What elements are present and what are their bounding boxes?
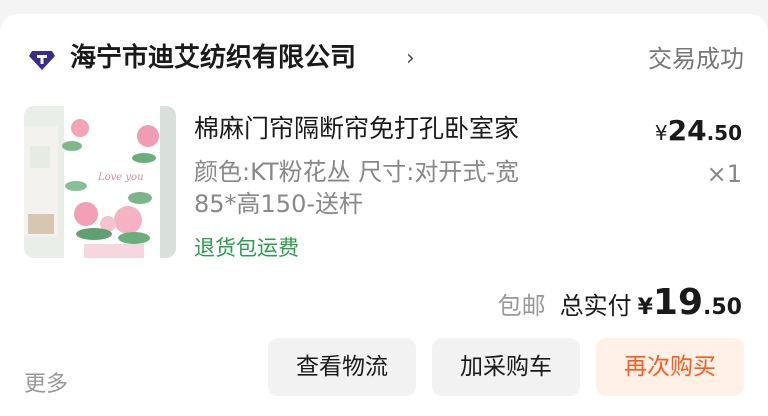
- unit-price: ¥24.50: [655, 114, 742, 147]
- total-integer: 19: [652, 282, 704, 323]
- shop-header[interactable]: 海宁市迪艾纺织有限公司 › 交易成功: [24, 40, 744, 80]
- add-to-purchase-cart-button[interactable]: 加采购车: [432, 338, 580, 396]
- order-total: 包邮 总实付 ¥19.50: [497, 282, 742, 323]
- order-card[interactable]: 海宁市迪艾纺织有限公司 › 交易成功 Love you 棉麻门帘隔断帘免打孔卧室…: [0, 14, 768, 416]
- currency-symbol: ¥: [637, 295, 653, 320]
- order-status: 交易成功: [648, 45, 744, 73]
- product-spec: 颜色:KT粉花丛 尺寸:对开式-宽 85*高150-送杆: [194, 156, 574, 220]
- product-thumbnail[interactable]: Love you: [24, 106, 176, 258]
- total-paid-label: 总实付: [559, 292, 632, 320]
- total-decimal: .50: [703, 295, 742, 320]
- product-title[interactable]: 棉麻门帘隔断帘免打孔卧室家: [194, 112, 519, 146]
- diamond-shop-badge-icon: [28, 44, 56, 72]
- view-logistics-button[interactable]: 查看物流: [268, 338, 416, 396]
- quantity: ×1: [706, 160, 742, 188]
- buy-again-button[interactable]: 再次购买: [596, 338, 744, 396]
- currency-symbol: ¥: [654, 121, 668, 145]
- image-caption: Love you: [97, 172, 144, 183]
- product-spec-line: 颜色:KT粉花丛 尺寸:对开式-宽: [194, 158, 519, 186]
- price-integer: 24: [667, 114, 707, 147]
- product-spec-line: 85*高150-送杆: [194, 190, 364, 218]
- price-decimal: .50: [706, 121, 742, 145]
- shipping-label: 包邮: [497, 292, 546, 320]
- shop-name[interactable]: 海宁市迪艾纺织有限公司: [70, 40, 356, 76]
- more-link[interactable]: 更多: [24, 366, 68, 398]
- chevron-right-icon[interactable]: ›: [406, 46, 415, 72]
- free-return-shipping-tag: 退货包运费: [194, 236, 299, 260]
